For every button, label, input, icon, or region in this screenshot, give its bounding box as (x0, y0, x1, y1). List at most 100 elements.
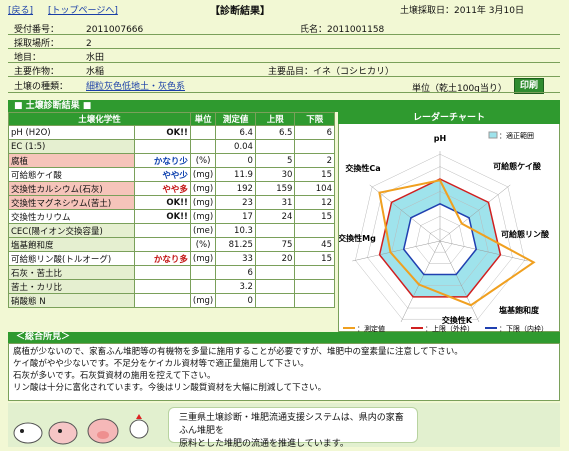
footer-line: 三重県土壌診断・堆肥流通支援システムは、県内の家畜ふん堆肥を (179, 413, 404, 436)
footer-banner: 三重県土壌診断・堆肥流通支援システムは、県内の家畜ふん堆肥を 原料とした堆肥の流… (8, 403, 560, 449)
table-row: 腐植 かなり少 (%) 0 5 2 (7, 153, 335, 168)
item-name: EC (1:5) (7, 139, 136, 154)
table-row: 交換性カリウム OK!! (mg) 17 24 15 (7, 209, 335, 224)
upper-limit: 75 (254, 237, 296, 252)
table-row: 硝酸態 N (mg) 0 (7, 293, 335, 308)
col-header-upper: 上限 (254, 112, 296, 126)
chart-title: レーダーチャート (338, 112, 560, 124)
soil-row: 土壌の種類： 細粒灰色低地土・灰色系 (14, 82, 186, 92)
measured-value: 33 (215, 251, 256, 266)
table-row: 塩基飽和度 (%) 81.25 75 45 (7, 237, 335, 252)
judgement-badge (134, 237, 191, 252)
item-name: 交換性カルシウム(石灰) (7, 181, 136, 196)
unit-cell: (mg) (189, 181, 217, 196)
item-name: 可給態ケイ酸 (7, 167, 136, 182)
item-name: 交換性カリウム (7, 209, 136, 224)
unit-cell: (mg) (189, 251, 217, 266)
soil-type-link[interactable]: 細粒灰色低地土・灰色系 (86, 82, 185, 92)
lower-limit (294, 223, 335, 238)
remark-line: リン酸は十分に富化されています。今後はリン酸質資材を大幅に削減して下さい。 (13, 383, 327, 393)
measured-value: 10.3 (215, 223, 256, 238)
lower-limit (294, 279, 335, 294)
upper-limit (254, 223, 296, 238)
table-header-row: 土壌化学性 単位 測定値 上限 下限 (8, 112, 335, 126)
lower-limit (294, 293, 335, 308)
judgement-badge: かなり多 (134, 251, 191, 266)
remarks-title: ＜総合所見＞ (8, 332, 560, 343)
unit-cell (189, 265, 217, 280)
table-row: 交換性カルシウム(石灰) やや多 (mg) 192 159 104 (7, 181, 335, 196)
divider (8, 62, 560, 63)
unit-cell: (me) (189, 223, 217, 238)
axis-label: 交換性K (442, 315, 473, 325)
sampling-date: 土壌採取日：2011年 3月10日 (400, 6, 524, 16)
lower-limit: 15 (294, 251, 335, 266)
table-row: 交換性マグネシウム(苦土) OK!! (mg) 23 31 12 (7, 195, 335, 210)
top-bar: [戻る] [トップページへ] 【診断結果】 土壌採取日：2011年 3月10日 (0, 0, 569, 18)
measured-value: 17 (215, 209, 256, 224)
table-row: 可給態リン酸(トルオーグ) かなり多 (mg) 33 20 15 (7, 251, 335, 266)
judgement-badge: やや多 (134, 181, 191, 196)
top-page-link[interactable]: [トップページへ] (48, 3, 118, 16)
measured-value: 6 (215, 265, 256, 280)
upper-limit: 6.5 (254, 125, 296, 140)
table-row: 苦土・カリ比 3.2 (7, 279, 335, 294)
col-header-chemistry: 土壌化学性 (8, 112, 191, 126)
table-row: CEC(陽イオン交換容量) (me) 10.3 (7, 223, 335, 238)
upper-limit: 30 (254, 167, 296, 182)
judgement-badge (134, 223, 191, 238)
lower-limit (294, 139, 335, 154)
measured-value: 0 (215, 293, 256, 308)
measured-value: 23 (215, 195, 256, 210)
system-info-banner: 三重県土壌診断・堆肥流通支援システムは、県内の家畜ふん堆肥を 原料とした堆肥の流… (168, 407, 418, 449)
upper-limit: 159 (254, 181, 296, 196)
upper-limit: 31 (254, 195, 296, 210)
unit-cell: (mg) (189, 209, 217, 224)
item-name: 交換性マグネシウム(苦土) (7, 195, 136, 210)
remark-line: ケイ酸がやや少ないです。不足分をケイカル資材等で適正量施用して下さい。 (13, 359, 309, 369)
unit-cell (189, 279, 217, 294)
upper-limit (254, 279, 296, 294)
judgement-badge (134, 265, 191, 280)
judgement-badge (134, 293, 191, 308)
upper-limit: 5 (254, 153, 296, 168)
item-name: CEC(陽イオン交換容量) (7, 223, 136, 238)
back-link[interactable]: [戻る] (8, 3, 33, 16)
unit-cell: (mg) (189, 167, 217, 182)
table-row: pH (H2O) OK!! 6.4 6.5 6 (7, 125, 335, 140)
remark-line: 石灰が多いです。石灰質資材の施用を控えて下さい。 (13, 371, 216, 381)
divider (8, 76, 560, 77)
remark-line: 腐植が少ないので、家畜ふん堆肥等の有機物を多量に施用することが必要ですが、堆肥中… (13, 347, 463, 357)
axis-label: 可給態リン酸 (501, 229, 550, 239)
section-header: ■ 土壌診断結果 ■ (8, 100, 560, 112)
measured-value: 0 (215, 153, 256, 168)
unit-cell (189, 139, 217, 154)
item-name: 硝酸態 N (7, 293, 136, 308)
page-title: 【診断結果】 (210, 6, 270, 17)
upper-limit (254, 265, 296, 280)
radar-chart: pH可給態ケイ酸可給態リン酸塩基飽和度交換性K交換性Mg交換性Ca：適正範囲：測… (339, 131, 550, 333)
lower-limit: 2 (294, 153, 335, 168)
legend-range-label: ：適正範囲 (499, 131, 534, 140)
lower-limit: 104 (294, 181, 335, 196)
divider (8, 92, 560, 93)
upper-limit: 24 (254, 209, 296, 224)
unit-cell (189, 125, 217, 140)
judgement-badge (134, 139, 191, 154)
item-name: pH (H2O) (7, 125, 136, 140)
radar-chart-panel: pH 可給態ケイ酸 可給態リン酸 塩基飽和度 交換性K 交換性Mg 交換性Ca ：適正範囲 ：測… (338, 112, 560, 333)
measured-value: 11.9 (215, 167, 256, 182)
item-name: 塩基飽和度 (7, 237, 136, 252)
remarks-box: 腐植が少ないので、家畜ふん堆肥等の有機物を多量に施用することが必要ですが、堆肥中… (8, 343, 560, 401)
lower-limit: 15 (294, 167, 335, 182)
unit-cell: (mg) (189, 293, 217, 308)
judgement-badge (134, 279, 191, 294)
item-name: 可給態リン酸(トルオーグ) (7, 251, 136, 266)
table-row: EC (1:5) 0.04 (7, 139, 335, 154)
item-name: 苦土・カリ比 (7, 279, 136, 294)
axis-label: 塩基飽和度 (499, 305, 540, 315)
judgement-badge: OK!! (134, 195, 191, 210)
animal-illustration-icon (13, 414, 149, 445)
divider (8, 34, 560, 35)
lower-limit: 45 (294, 237, 335, 252)
